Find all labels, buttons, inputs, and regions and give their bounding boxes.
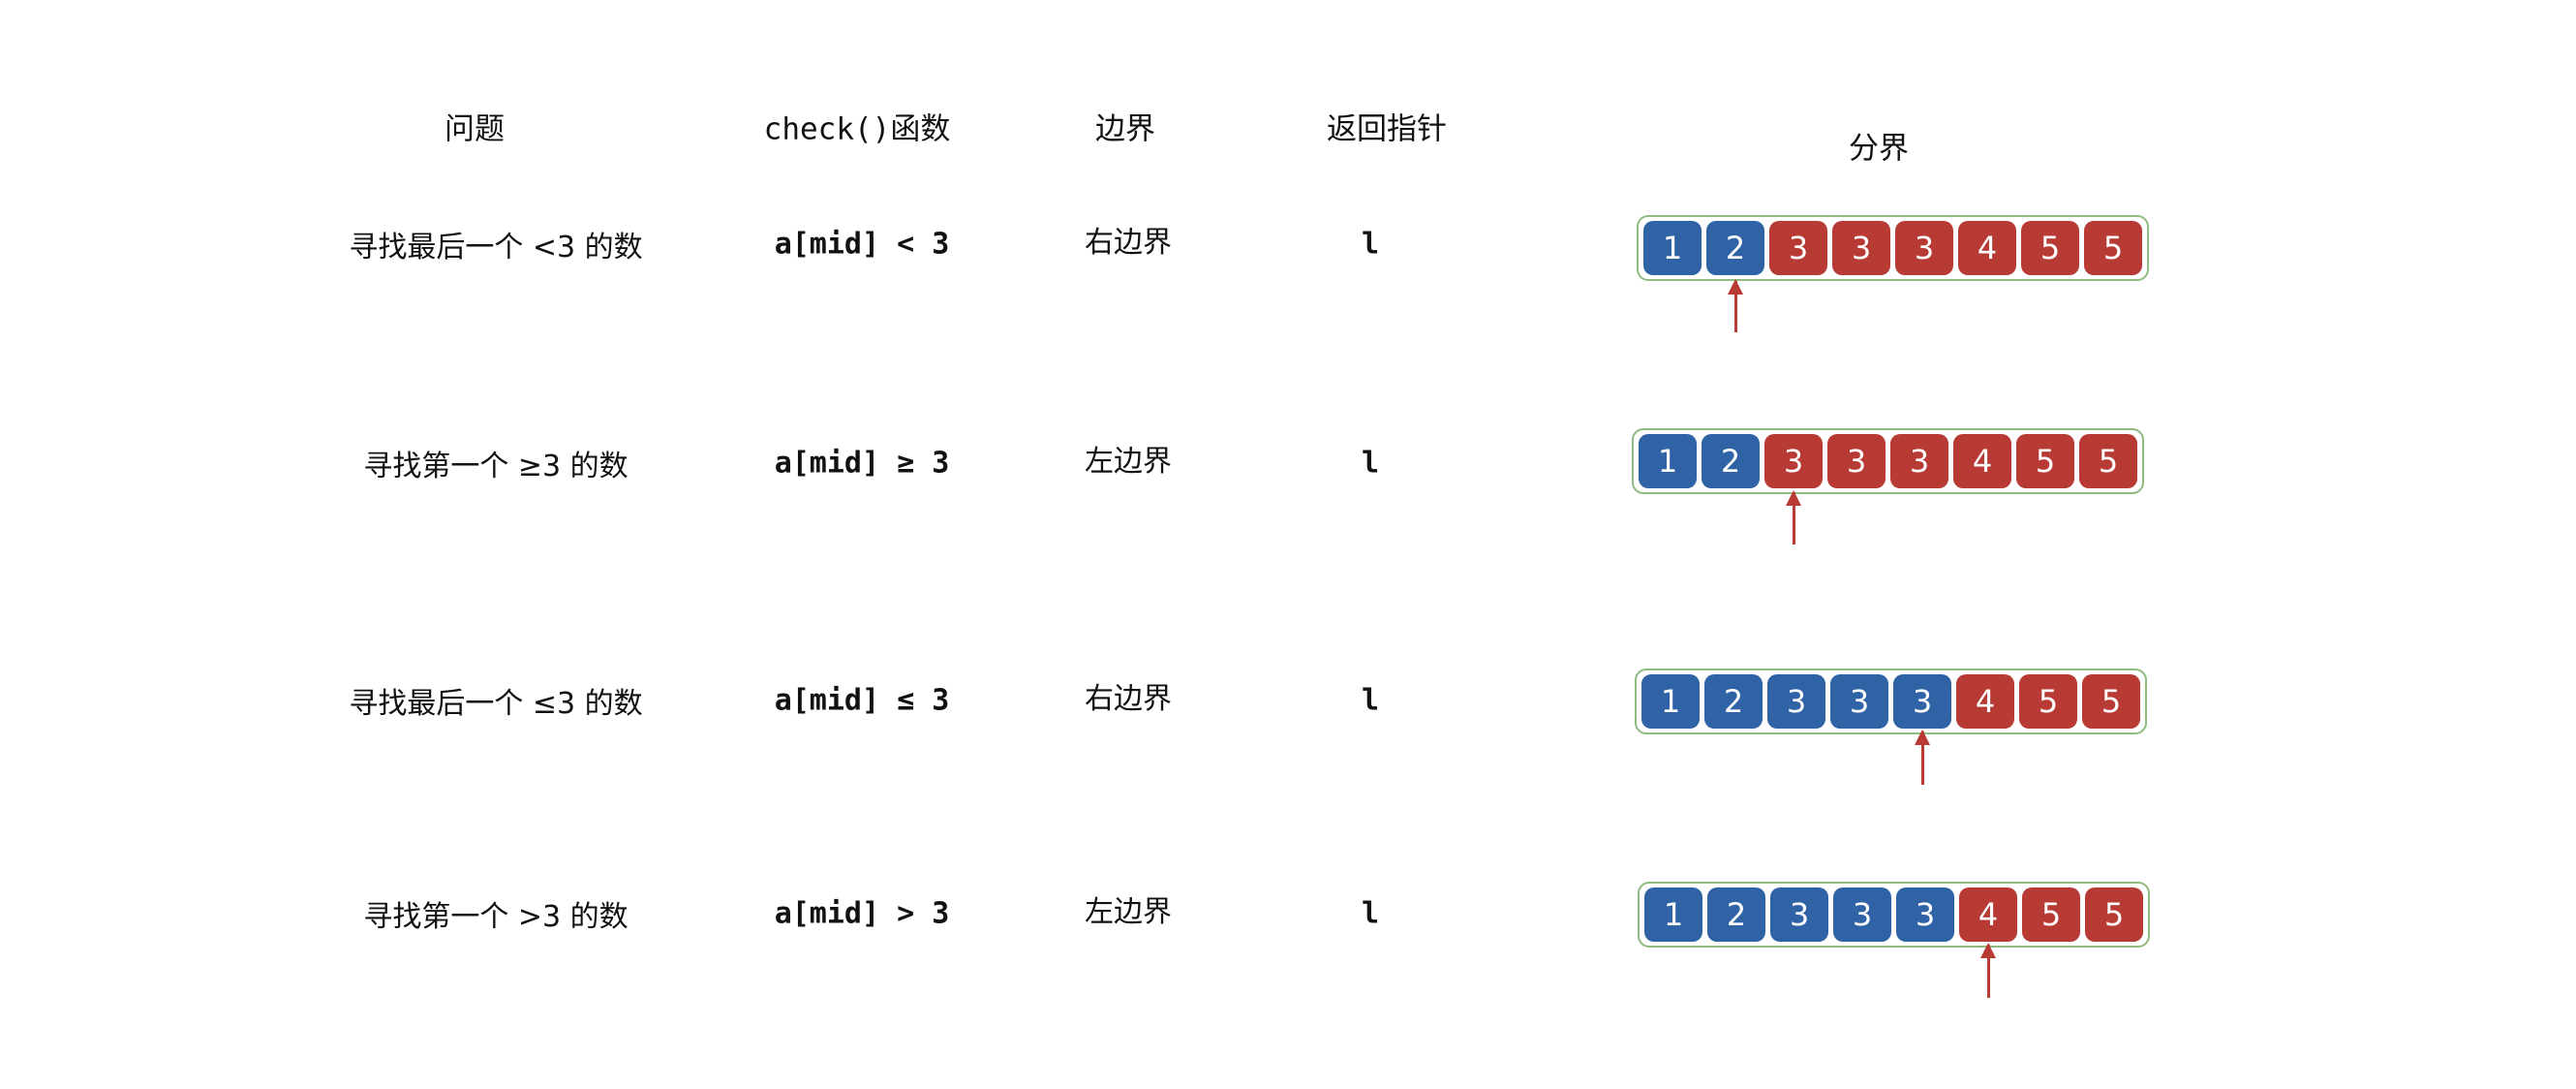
array-cell: 1 [1644,887,1702,942]
header-split: 分界 [1849,131,1909,167]
row-pointer: l [1361,227,1380,262]
array-cell: 5 [2079,434,2137,488]
array-cell: 1 [1641,674,1700,729]
array-cell: 4 [1959,887,2017,942]
row-pointer: l [1361,896,1380,931]
array-cell: 4 [1958,221,2016,275]
pointer-arrow-icon [1915,730,1930,785]
array-cell: 3 [1895,221,1953,275]
array-cell: 2 [1704,674,1763,729]
array-cell: 3 [1769,221,1827,275]
array-cell: 1 [1643,221,1702,275]
header-pointer: 返回指针 [1327,111,1447,147]
array-cell: 3 [1827,434,1886,488]
row-pointer: l [1361,446,1380,481]
row-boundary: 右边界 [1085,226,1172,260]
array-row: 12333455 [1632,428,2144,494]
array-cell: 3 [1764,434,1823,488]
header-problem: 问题 [445,111,505,147]
array-cell: 3 [1832,221,1890,275]
array-cell: 3 [1770,887,1828,942]
array-cell: 2 [1702,434,1760,488]
array-row: 12333455 [1635,669,2147,734]
row-boundary: 右边界 [1085,682,1172,716]
pointer-arrow-icon [1728,279,1743,332]
pointer-arrow-icon [1786,490,1801,544]
array-cell: 4 [1953,434,2011,488]
array-cell: 5 [2022,887,2080,942]
array-row: 12333455 [1638,882,2150,948]
array-cell: 3 [1893,674,1951,729]
row-boundary: 左边界 [1085,445,1172,479]
array-cell: 2 [1707,887,1765,942]
array-cell: 5 [2082,674,2140,729]
array-cell: 3 [1890,434,1948,488]
array-cell: 3 [1833,887,1891,942]
row-problem: 寻找最后一个 ≤3 的数 [349,687,643,721]
header-boundary: 边界 [1095,111,1155,147]
array-cell: 3 [1896,887,1954,942]
array-row: 12333455 [1637,215,2149,281]
array-cell: 5 [2016,434,2074,488]
row-check: a[mid] ≥ 3 [774,446,950,481]
pointer-arrow-icon [1980,943,1996,998]
row-problem: 寻找第一个 >3 的数 [363,900,629,934]
row-problem: 寻找第一个 ≥3 的数 [363,450,629,483]
array-cell: 4 [1956,674,2014,729]
array-cell: 1 [1639,434,1697,488]
array-cell: 5 [2085,887,2143,942]
row-check: a[mid] > 3 [774,896,950,931]
row-check: a[mid] ≤ 3 [774,683,950,718]
row-pointer: l [1361,683,1380,718]
array-cell: 5 [2084,221,2142,275]
row-check: a[mid] < 3 [774,227,950,262]
row-boundary: 左边界 [1085,895,1172,929]
array-cell: 3 [1767,674,1825,729]
header-check: check()函数 [763,111,951,147]
array-cell: 2 [1706,221,1764,275]
array-cell: 5 [2021,221,2079,275]
array-cell: 5 [2019,674,2077,729]
array-cell: 3 [1830,674,1888,729]
row-problem: 寻找最后一个 <3 的数 [349,231,643,264]
